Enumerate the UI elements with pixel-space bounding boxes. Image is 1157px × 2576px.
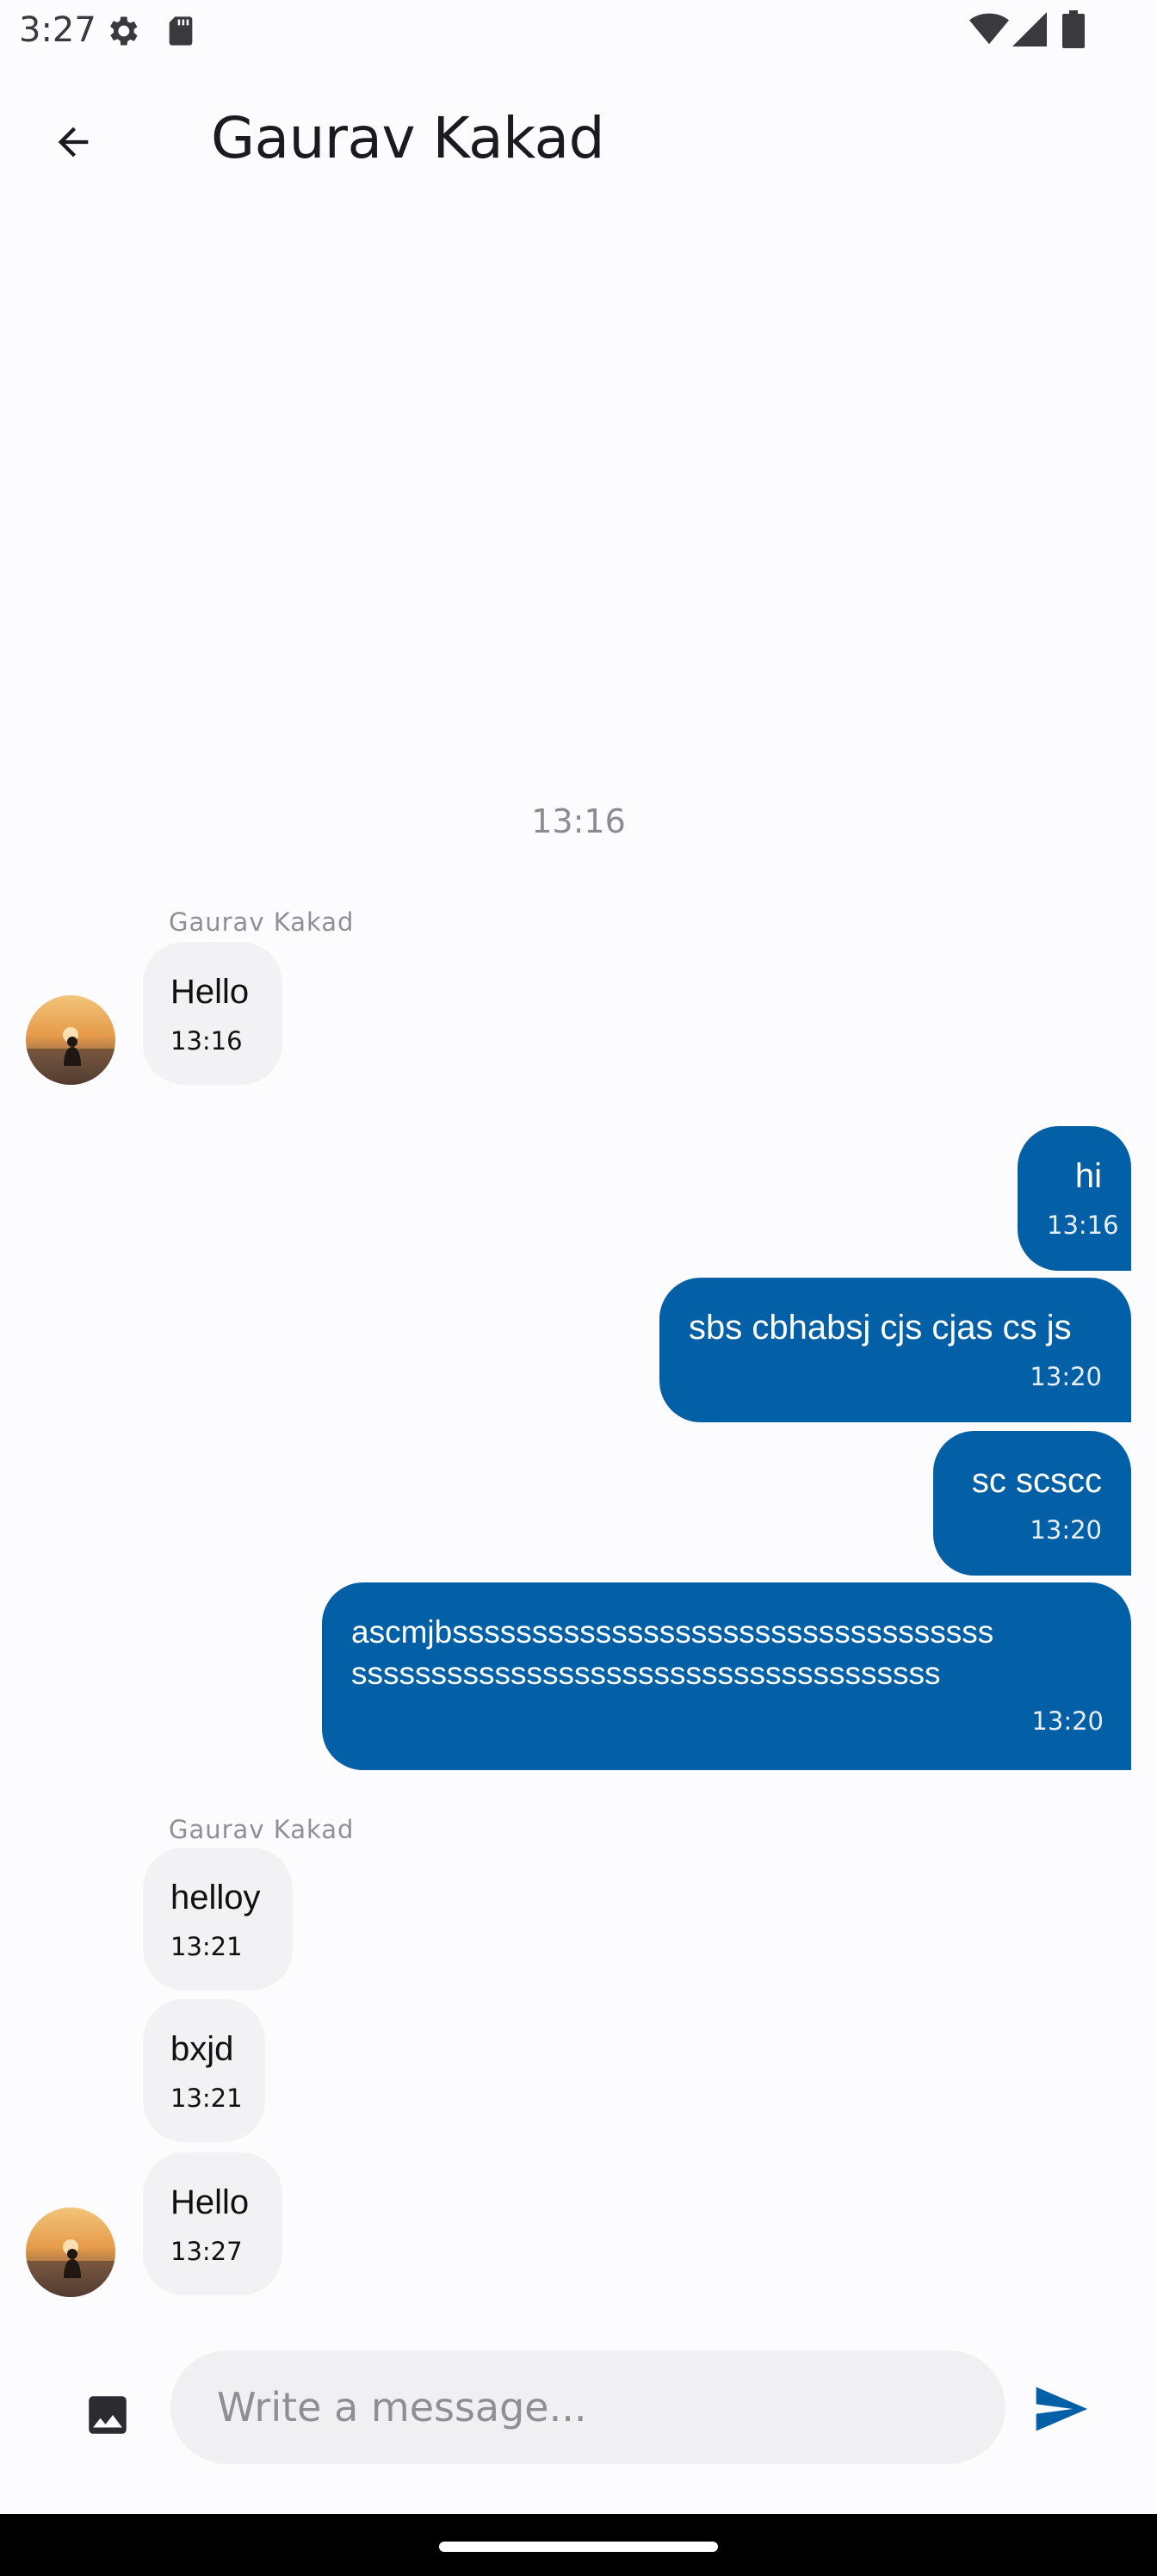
wifi-icon [969, 12, 1009, 51]
message-time: 13:20 [1031, 1706, 1104, 1736]
message-bubble-incoming[interactable]: Hello 13:16 [143, 942, 282, 1085]
message-text: ascmjbssssssssssssssssssssssssssssssssss… [351, 1614, 994, 1691]
attach-image-button[interactable] [69, 2376, 146, 2454]
message-bubble-incoming[interactable]: Hello 13:27 [143, 2152, 282, 2295]
send-icon [1036, 2387, 1088, 2431]
message-text: hi [1074, 1157, 1102, 1195]
message-bubble-incoming[interactable]: bxjd 13:21 [143, 1999, 265, 2142]
back-button[interactable] [34, 103, 112, 181]
message-bubble-outgoing[interactable]: hi 13:16 [1018, 1126, 1131, 1271]
message-time: 13:21 [170, 1932, 243, 1961]
sender-name: Gaurav Kakad [169, 907, 355, 937]
avatar[interactable] [26, 995, 115, 1085]
sd-card-icon [164, 14, 198, 53]
send-button[interactable] [1019, 2368, 1102, 2450]
message-text: bxjd [170, 2030, 234, 2068]
message-time: 13:16 [1047, 1211, 1119, 1240]
message-bubble-incoming[interactable]: helloy 13:21 [143, 1848, 293, 1991]
image-icon [89, 2396, 127, 2434]
message-time: 13:21 [170, 2084, 243, 2113]
status-time: 3:27 [19, 10, 96, 50]
chat-title: Gaurav Kakad [211, 105, 605, 171]
app-bar: Gaurav Kakad [0, 69, 1157, 198]
message-text: sc scscc [971, 1462, 1102, 1500]
message-time: 13:20 [1030, 1515, 1102, 1545]
settings-icon [103, 12, 141, 54]
message-text: helloy [170, 1879, 261, 1917]
message-time: 13:20 [1030, 1362, 1102, 1391]
date-separator: 13:16 [531, 802, 626, 840]
status-bar: 3:27 [0, 0, 1157, 62]
arrow-back-icon [58, 127, 89, 158]
message-text: Hello [170, 2183, 250, 2221]
message-bubble-outgoing[interactable]: ascmjbssssssssssssssssssssssssssssssssss… [322, 1582, 1131, 1770]
message-input[interactable] [170, 2350, 1005, 2464]
sender-name: Gaurav Kakad [169, 1815, 355, 1844]
home-handle[interactable] [439, 2542, 718, 2552]
message-bubble-outgoing[interactable]: sbs cbhabsj cjs cjas cs js 13:20 [659, 1278, 1131, 1422]
navigation-bar [0, 2514, 1157, 2576]
message-composer [0, 2325, 1157, 2488]
cell-signal-icon [1012, 12, 1047, 51]
message-text: Hello [170, 973, 250, 1011]
message-time: 13:16 [170, 1026, 243, 1056]
message-text: sbs cbhabsj cjs cjas cs js [689, 1309, 1072, 1347]
message-bubble-outgoing[interactable]: sc scscc 13:20 [933, 1431, 1131, 1576]
avatar[interactable] [26, 2208, 115, 2297]
message-time: 13:27 [170, 2237, 243, 2266]
battery-icon [1062, 10, 1085, 53]
